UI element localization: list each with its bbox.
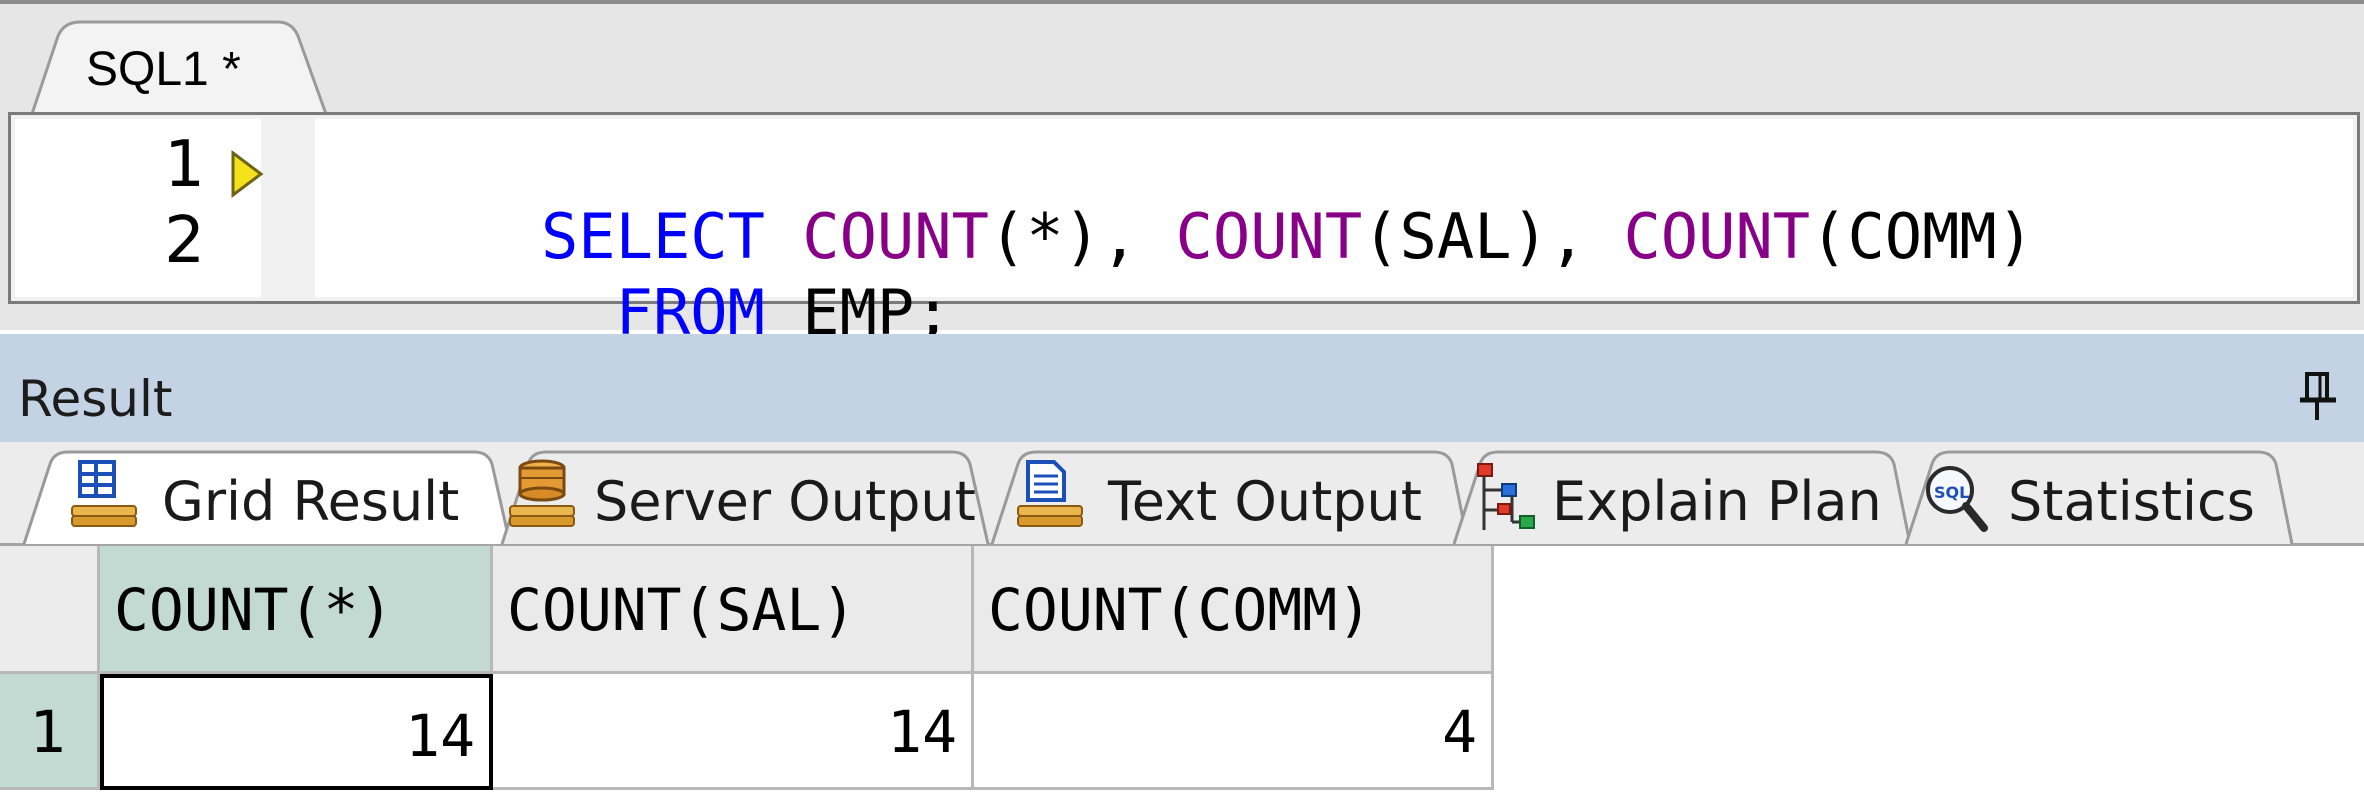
code-token: (SAL), bbox=[1362, 200, 1624, 273]
line-number: 1 bbox=[164, 128, 205, 202]
code-token: (*), bbox=[988, 200, 1176, 273]
table-cell[interactable]: 14 bbox=[493, 674, 974, 790]
tab-explain-plan[interactable]: Explain Plan bbox=[1452, 448, 1912, 544]
text-output-icon bbox=[1017, 460, 1083, 527]
column-header[interactable]: COUNT(SAL) bbox=[493, 546, 974, 674]
tab-statistics[interactable]: SQL Statistics bbox=[1904, 448, 2294, 544]
code-token: COUNT bbox=[1175, 200, 1363, 273]
column-header[interactable]: COUNT(*) bbox=[100, 546, 493, 674]
editor-tab-label: SQL1 * bbox=[86, 43, 241, 96]
current-statement-arrow-icon bbox=[231, 150, 264, 198]
editor-tab-sql1[interactable]: SQL1 * bbox=[30, 18, 330, 114]
code-token: COUNT bbox=[1623, 200, 1811, 273]
column-header[interactable]: COUNT(COMM) bbox=[974, 546, 1494, 674]
tab-label: Grid Result bbox=[162, 470, 460, 533]
sql-editor-panel: SQL1 * 1 2 SELECT COUNT(*), COUNT(SAL), … bbox=[0, 0, 2364, 349]
row-number[interactable]: 1 bbox=[0, 674, 100, 790]
tab-label: Server Output bbox=[594, 470, 976, 533]
tab-grid-result[interactable]: Grid Result bbox=[22, 448, 512, 544]
result-grid: COUNT(*) COUNT(SAL) COUNT(COMM) 1 14 14 … bbox=[0, 546, 2364, 802]
tab-label: Statistics bbox=[2008, 470, 2255, 533]
result-panel-header: Result bbox=[0, 334, 2364, 442]
server-output-icon bbox=[509, 459, 575, 527]
statistics-icon: SQL bbox=[1926, 466, 1988, 532]
grid-corner[interactable] bbox=[0, 546, 100, 674]
tab-label: Text Output bbox=[1108, 470, 1422, 533]
tab-server-output[interactable]: Server Output bbox=[500, 448, 990, 544]
svg-text:SQL: SQL bbox=[1934, 483, 1969, 502]
explain-plan-icon bbox=[1477, 463, 1535, 530]
code-editor[interactable]: 1 2 SELECT COUNT(*), COUNT(SAL), COUNT(C… bbox=[8, 112, 2360, 349]
pin-icon[interactable] bbox=[2298, 370, 2338, 422]
code-token: (COMM) bbox=[1810, 200, 2035, 273]
result-tabs: Grid Result Server Output Text Output Ex… bbox=[0, 442, 2364, 546]
result-panel-title: Result bbox=[18, 370, 173, 428]
tab-label: Explain Plan bbox=[1552, 470, 1882, 533]
tab-text-output[interactable]: Text Output bbox=[990, 448, 1470, 544]
line-number: 2 bbox=[164, 204, 205, 278]
table-cell[interactable]: 4 bbox=[974, 674, 1494, 790]
table-cell[interactable]: 14 bbox=[100, 674, 493, 790]
line-gutter: 1 2 bbox=[15, 119, 315, 297]
grid-result-icon bbox=[71, 460, 137, 527]
